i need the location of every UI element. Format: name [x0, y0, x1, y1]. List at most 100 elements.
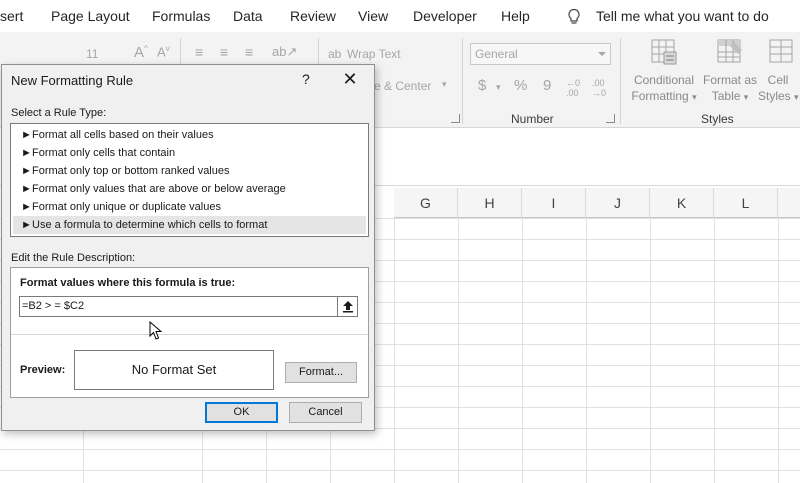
alignment-launcher-icon[interactable]	[451, 114, 460, 123]
close-icon[interactable]: ✕	[340, 69, 360, 89]
arrow-right-icon: ►	[21, 129, 32, 141]
formula-prompt-label: Format values where this formula is true…	[20, 277, 236, 289]
ribbon-separator	[462, 38, 463, 124]
orientation-icon[interactable]: ab↗	[272, 44, 297, 60]
number-format-value: General	[475, 47, 518, 61]
format-as-table-button[interactable]: Format as Table ▾	[700, 72, 760, 105]
preview-box: No Format Set	[74, 350, 274, 390]
edit-rule-description-label: Edit the Rule Description:	[11, 252, 136, 264]
wrap-text-button[interactable]: Wrap Text	[347, 47, 401, 61]
arrow-right-icon: ►	[21, 219, 32, 231]
merge-center-button[interactable]: e & Center	[374, 79, 431, 93]
conditional-formatting-button[interactable]: Conditional Formatting ▾	[626, 72, 702, 105]
tab-page-layout[interactable]: Page Layout	[51, 8, 130, 24]
column-header-j[interactable]: J	[586, 188, 650, 218]
tab-insert[interactable]: sert	[0, 8, 23, 24]
rule-type-list[interactable]: ►Format all cells based on their values …	[10, 123, 369, 237]
tab-view[interactable]: View	[358, 8, 388, 24]
new-formatting-rule-dialog: New Formatting Rule ? ✕ Select a Rule Ty…	[1, 64, 375, 431]
ok-button[interactable]: OK	[205, 402, 278, 423]
rule-type-label: Format only values that are above or bel…	[32, 183, 286, 195]
grid-line	[714, 218, 715, 483]
rule-type-item[interactable]: ►Format only unique or duplicate values	[13, 198, 366, 216]
column-header-k[interactable]: K	[650, 188, 714, 218]
collapse-arrow-icon	[343, 301, 353, 313]
collapse-dialog-button[interactable]	[337, 297, 357, 316]
column-header-i[interactable]: I	[522, 188, 586, 218]
cancel-button[interactable]: Cancel	[289, 402, 362, 423]
cell-styles-label: Cell	[767, 73, 789, 87]
tell-me-search[interactable]: Tell me what you want to do	[596, 8, 769, 24]
formula-input[interactable]: =B2 > = $C2	[19, 296, 358, 317]
dialog-title: New Formatting Rule	[11, 73, 134, 88]
format-as-table-icon[interactable]	[716, 38, 744, 66]
rule-type-label: Format all cells based on their values	[32, 129, 214, 141]
help-icon[interactable]: ?	[302, 71, 310, 87]
chevron-down-icon[interactable]: ▾	[442, 79, 447, 90]
chevron-down-icon	[598, 52, 606, 56]
grid-line	[650, 218, 651, 483]
cell-styles-icon[interactable]	[768, 38, 796, 66]
formula-value: =B2 > = $C2	[22, 300, 85, 312]
rule-type-item-selected[interactable]: ►Use a formula to determine which cells …	[13, 216, 366, 234]
chevron-down-icon[interactable]: ▾	[496, 82, 501, 93]
grid-line	[522, 218, 523, 483]
align-bottom-icon[interactable]: ≡	[245, 44, 253, 60]
select-rule-type-label: Select a Rule Type:	[11, 107, 107, 119]
decrease-decimal-icon[interactable]: .00 →0	[592, 78, 606, 98]
align-middle-icon[interactable]: ≡	[220, 44, 228, 60]
cell-styles-button[interactable]: Cell Styles ▾	[758, 72, 799, 105]
tab-review[interactable]: Review	[290, 8, 336, 24]
grid-line	[458, 218, 459, 483]
rule-type-item[interactable]: ►Format only top or bottom ranked values	[13, 162, 366, 180]
format-as-table-label: Table ▾	[711, 89, 749, 103]
lightbulb-icon[interactable]	[566, 8, 582, 26]
rule-type-item[interactable]: ►Format only values that are above or be…	[13, 180, 366, 198]
rule-type-item[interactable]: ►Format only cells that contain	[13, 144, 366, 162]
decrease-font-icon[interactable]: Av	[157, 44, 170, 59]
tab-help[interactable]: Help	[501, 8, 530, 24]
format-button[interactable]: Format...	[285, 362, 357, 383]
column-header-g[interactable]: G	[394, 188, 458, 218]
align-top-icon[interactable]: ≡	[195, 44, 203, 60]
increase-decimal-icon[interactable]: ←0.00	[566, 78, 580, 98]
grid-line	[586, 218, 587, 483]
conditional-formatting-icon[interactable]	[650, 38, 678, 66]
format-as-table-label: Format as	[702, 73, 757, 87]
currency-icon[interactable]: $	[478, 77, 486, 94]
font-size-box[interactable]: 11	[86, 47, 98, 61]
ribbon-separator	[620, 38, 621, 124]
number-format-dropdown[interactable]: General	[470, 43, 611, 65]
column-header-h[interactable]: H	[458, 188, 522, 218]
divider	[11, 334, 368, 335]
tab-developer[interactable]: Developer	[413, 8, 477, 24]
wrap-text-icon: ab	[328, 47, 342, 61]
mouse-cursor-icon	[149, 321, 163, 340]
column-header-m[interactable]	[778, 188, 800, 218]
grid-line	[778, 218, 779, 483]
rule-type-item[interactable]: ►Format all cells based on their values	[13, 126, 366, 144]
styles-group-label: Styles	[701, 112, 734, 126]
ribbon-tab-bar: sert Page Layout Formulas Data Review Vi…	[0, 0, 800, 32]
tab-data[interactable]: Data	[233, 8, 263, 24]
column-header-l[interactable]: L	[714, 188, 778, 218]
arrow-right-icon: ►	[21, 201, 32, 213]
number-launcher-icon[interactable]	[606, 114, 615, 123]
arrow-right-icon: ►	[21, 183, 32, 195]
rule-type-label: Format only top or bottom ranked values	[32, 165, 230, 177]
preview-label: Preview:	[20, 364, 66, 376]
increase-font-icon[interactable]: A^	[134, 44, 148, 61]
conditional-formatting-label: Conditional	[633, 73, 695, 87]
arrow-right-icon: ►	[21, 165, 32, 177]
arrow-right-icon: ►	[21, 147, 32, 159]
tab-formulas[interactable]: Formulas	[152, 8, 210, 24]
rule-type-label: Format only cells that contain	[32, 147, 176, 159]
comma-icon[interactable]: 9	[543, 77, 551, 94]
cell-styles-label: Styles ▾	[758, 89, 799, 103]
percent-icon[interactable]: %	[514, 77, 527, 94]
number-group-label: Number	[511, 112, 554, 126]
rule-type-label: Use a formula to determine which cells t…	[32, 219, 268, 231]
conditional-formatting-label: Formatting ▾	[631, 89, 697, 103]
grid-line	[394, 218, 395, 483]
rule-description-panel: Format values where this formula is true…	[10, 267, 369, 398]
